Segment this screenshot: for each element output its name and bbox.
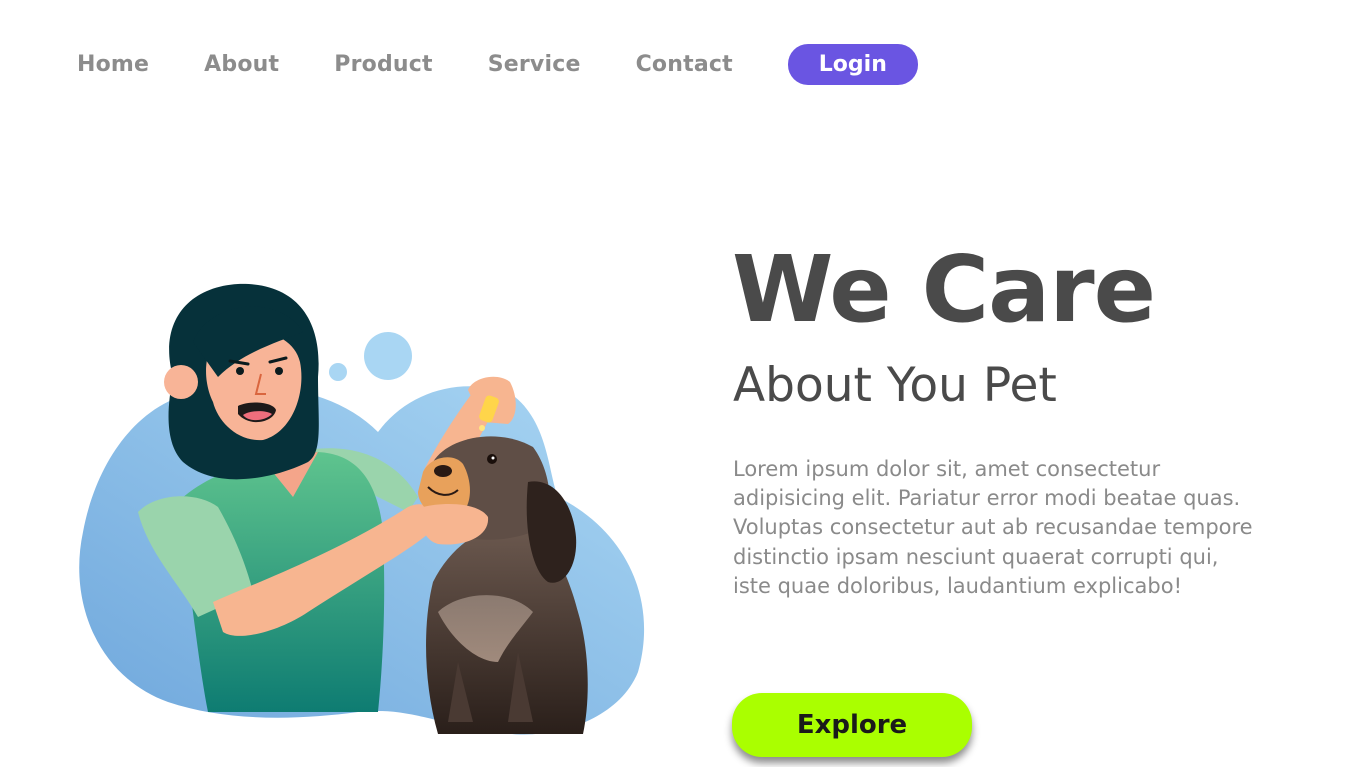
hero-subtitle: About You Pet — [733, 358, 1057, 413]
nav-product-link[interactable]: Product — [334, 52, 432, 77]
nav-service-link[interactable]: Service — [488, 52, 581, 77]
vet-with-dog-illustration — [79, 283, 645, 735]
landing-page: Home About Product Service Contact Login — [0, 0, 1365, 767]
login-button[interactable]: Login — [787, 44, 918, 85]
explore-button[interactable]: Explore — [732, 693, 972, 757]
nav-home-link[interactable]: Home — [77, 52, 149, 77]
nav-contact-link[interactable]: Contact — [636, 52, 733, 77]
hero-title: We Care — [732, 236, 1156, 343]
hero-description: Lorem ipsum dolor sit, amet consectetur … — [733, 457, 1253, 598]
nav-about-link[interactable]: About — [204, 52, 279, 77]
main-nav: Home About Product Service Contact Login — [77, 44, 918, 85]
